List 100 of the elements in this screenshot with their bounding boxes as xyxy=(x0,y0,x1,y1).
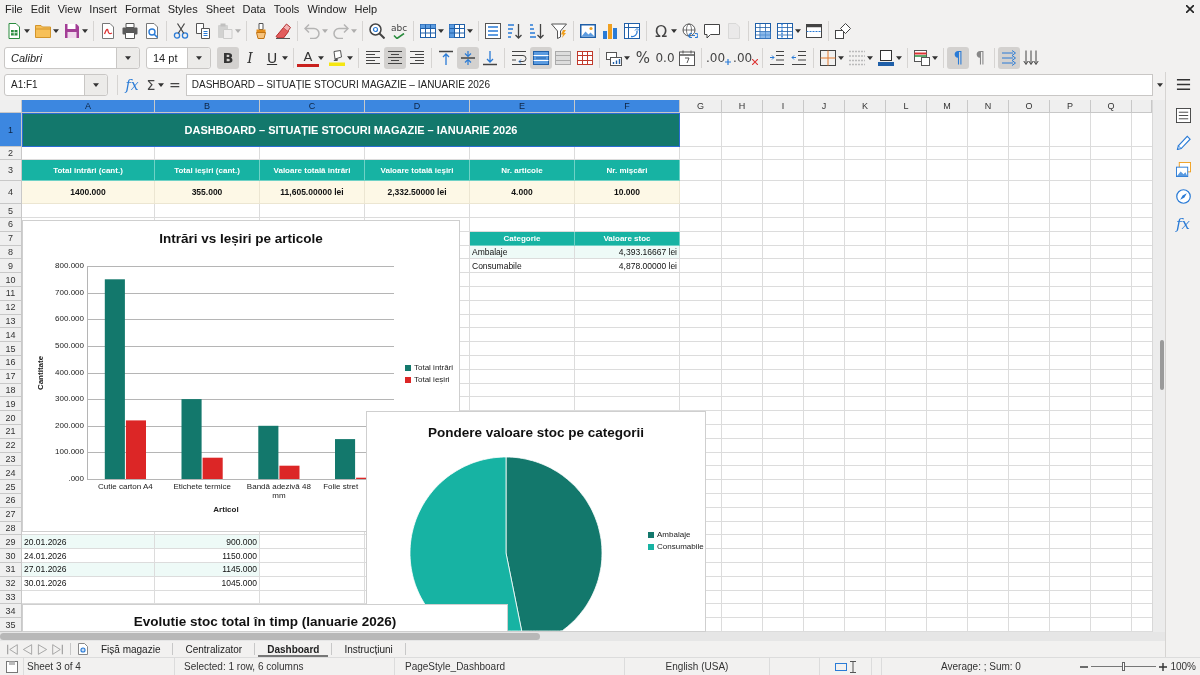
merge-cells-icon[interactable] xyxy=(555,50,571,66)
column-header[interactable]: L xyxy=(886,100,927,113)
image-icon[interactable] xyxy=(580,23,597,39)
align-bottom-icon[interactable] xyxy=(482,50,498,66)
caret-icon[interactable] xyxy=(125,56,131,60)
column-header[interactable]: B xyxy=(155,100,260,113)
row-header[interactable]: 29 xyxy=(0,535,22,550)
print-area-icon[interactable] xyxy=(755,23,772,39)
row-header[interactable]: 35 xyxy=(0,618,22,632)
percent-button[interactable]: % xyxy=(632,47,654,69)
unmerge-cells-icon[interactable] xyxy=(577,50,593,66)
column-header[interactable]: C xyxy=(260,100,365,113)
sheet-tab[interactable]: Fișă magazie xyxy=(92,641,170,657)
align-right-icon[interactable] xyxy=(409,50,425,66)
sort-ascending-icon[interactable] xyxy=(507,23,524,39)
calendar-icon[interactable] xyxy=(679,50,695,66)
row-header[interactable]: 4 xyxy=(0,181,22,204)
menu-item[interactable]: View xyxy=(53,1,86,17)
column-header[interactable]: M xyxy=(927,100,968,113)
funnel-icon[interactable] xyxy=(551,23,568,39)
row-header[interactable]: 24 xyxy=(0,466,22,481)
row-header[interactable]: 9 xyxy=(0,259,22,274)
column-header[interactable]: N xyxy=(968,100,1009,113)
caret-icon[interactable] xyxy=(671,29,678,33)
caret-icon[interactable] xyxy=(838,56,845,60)
caret-icon[interactable] xyxy=(795,29,802,33)
wrap-text-icon[interactable] xyxy=(511,50,527,66)
page-plus-icon[interactable] xyxy=(78,643,88,655)
align-left-icon[interactable] xyxy=(365,50,381,66)
menu-item[interactable]: Data xyxy=(238,1,270,17)
row-header[interactable]: 20 xyxy=(0,411,22,425)
column-header[interactable]: O xyxy=(1009,100,1050,113)
align-top-icon[interactable] xyxy=(438,50,454,66)
currency-icon[interactable] xyxy=(606,50,622,66)
caret-icon[interactable] xyxy=(24,29,30,33)
copy-icon[interactable] xyxy=(195,23,211,39)
arrow-to-start-icon[interactable] xyxy=(7,643,18,655)
table-columns-icon[interactable] xyxy=(449,23,466,39)
caret-icon[interactable] xyxy=(438,29,445,33)
column-header[interactable]: I xyxy=(763,100,804,113)
scrollbar-thumb[interactable] xyxy=(0,633,540,640)
row-header[interactable]: 15 xyxy=(0,342,22,356)
add-decimal-button[interactable]: .00 xyxy=(705,47,733,69)
column-header[interactable]: P xyxy=(1050,100,1091,113)
pen-icon[interactable] xyxy=(1175,135,1191,150)
conditional-format-icon[interactable] xyxy=(914,50,931,66)
column-header[interactable]: Q xyxy=(1091,100,1132,113)
row-header[interactable]: 6 xyxy=(0,218,22,232)
scrollbar-thumb[interactable] xyxy=(1160,340,1164,390)
column-header[interactable]: G xyxy=(680,100,722,113)
caret-icon[interactable] xyxy=(53,29,59,33)
pdf-document-icon[interactable] xyxy=(100,23,116,39)
align-middle-icon[interactable] xyxy=(457,47,479,69)
caret-icon[interactable] xyxy=(347,56,353,60)
globe-link-icon[interactable] xyxy=(682,23,699,39)
caret-icon[interactable] xyxy=(158,82,164,87)
font-name-field[interactable]: Calibri xyxy=(4,47,140,69)
rectangle-icon[interactable] xyxy=(835,662,847,671)
caret-icon[interactable] xyxy=(896,56,903,60)
align-center-icon[interactable] xyxy=(384,47,406,69)
caret-icon[interactable] xyxy=(318,56,324,60)
vertical-scrollbar[interactable] xyxy=(1152,100,1165,632)
scissors-icon[interactable] xyxy=(173,23,189,39)
menu-item[interactable]: Insert xyxy=(85,1,121,17)
panel-icon[interactable] xyxy=(1175,108,1191,123)
row-header[interactable]: 10 xyxy=(0,273,22,287)
menu-item[interactable]: Window xyxy=(303,1,351,17)
column-header[interactable]: A xyxy=(22,100,155,113)
italic-button[interactable]: I xyxy=(239,47,261,69)
column-header[interactable]: H xyxy=(722,100,763,113)
sheet-tab[interactable]: Instrucțiuni xyxy=(335,641,402,657)
menu-item[interactable]: Styles xyxy=(163,1,202,17)
functions-button[interactable]: fx xyxy=(1176,216,1190,232)
menu-item[interactable]: Sheet xyxy=(201,1,239,17)
indent-decrease-icon[interactable] xyxy=(791,50,808,66)
merge-center-icon[interactable] xyxy=(530,47,552,69)
pictures-icon[interactable] xyxy=(1175,162,1191,177)
speech-bubble-icon[interactable] xyxy=(704,23,721,39)
menu-icon[interactable] xyxy=(1175,77,1191,92)
cell-reference-field[interactable]: A1:F1 xyxy=(4,73,108,96)
font-size-field[interactable]: 14 pt xyxy=(146,47,211,69)
eraser-icon[interactable] xyxy=(275,23,291,39)
caret-icon[interactable] xyxy=(624,56,630,60)
paintbrush-icon[interactable] xyxy=(253,23,269,39)
horizontal-scrollbar[interactable] xyxy=(0,632,1165,641)
borders-icon[interactable] xyxy=(820,50,837,66)
table-rows-icon[interactable] xyxy=(420,23,437,39)
column-header[interactable]: J xyxy=(804,100,845,113)
sheet-tab[interactable]: Dashboard xyxy=(258,641,329,657)
caret-icon[interactable] xyxy=(93,82,99,87)
compass-icon[interactable] xyxy=(1175,189,1191,204)
menu-item[interactable]: Edit xyxy=(26,1,54,17)
row-header[interactable]: 25 xyxy=(0,480,22,494)
column-header[interactable]: K xyxy=(845,100,886,113)
print-preview-icon[interactable] xyxy=(144,23,160,39)
special-character-button[interactable]: Ω xyxy=(650,20,673,42)
caret-icon[interactable] xyxy=(82,29,88,33)
split-window-icon[interactable] xyxy=(806,23,823,39)
column-header[interactable]: E xyxy=(470,100,575,113)
menu-item[interactable]: Help xyxy=(350,1,382,17)
